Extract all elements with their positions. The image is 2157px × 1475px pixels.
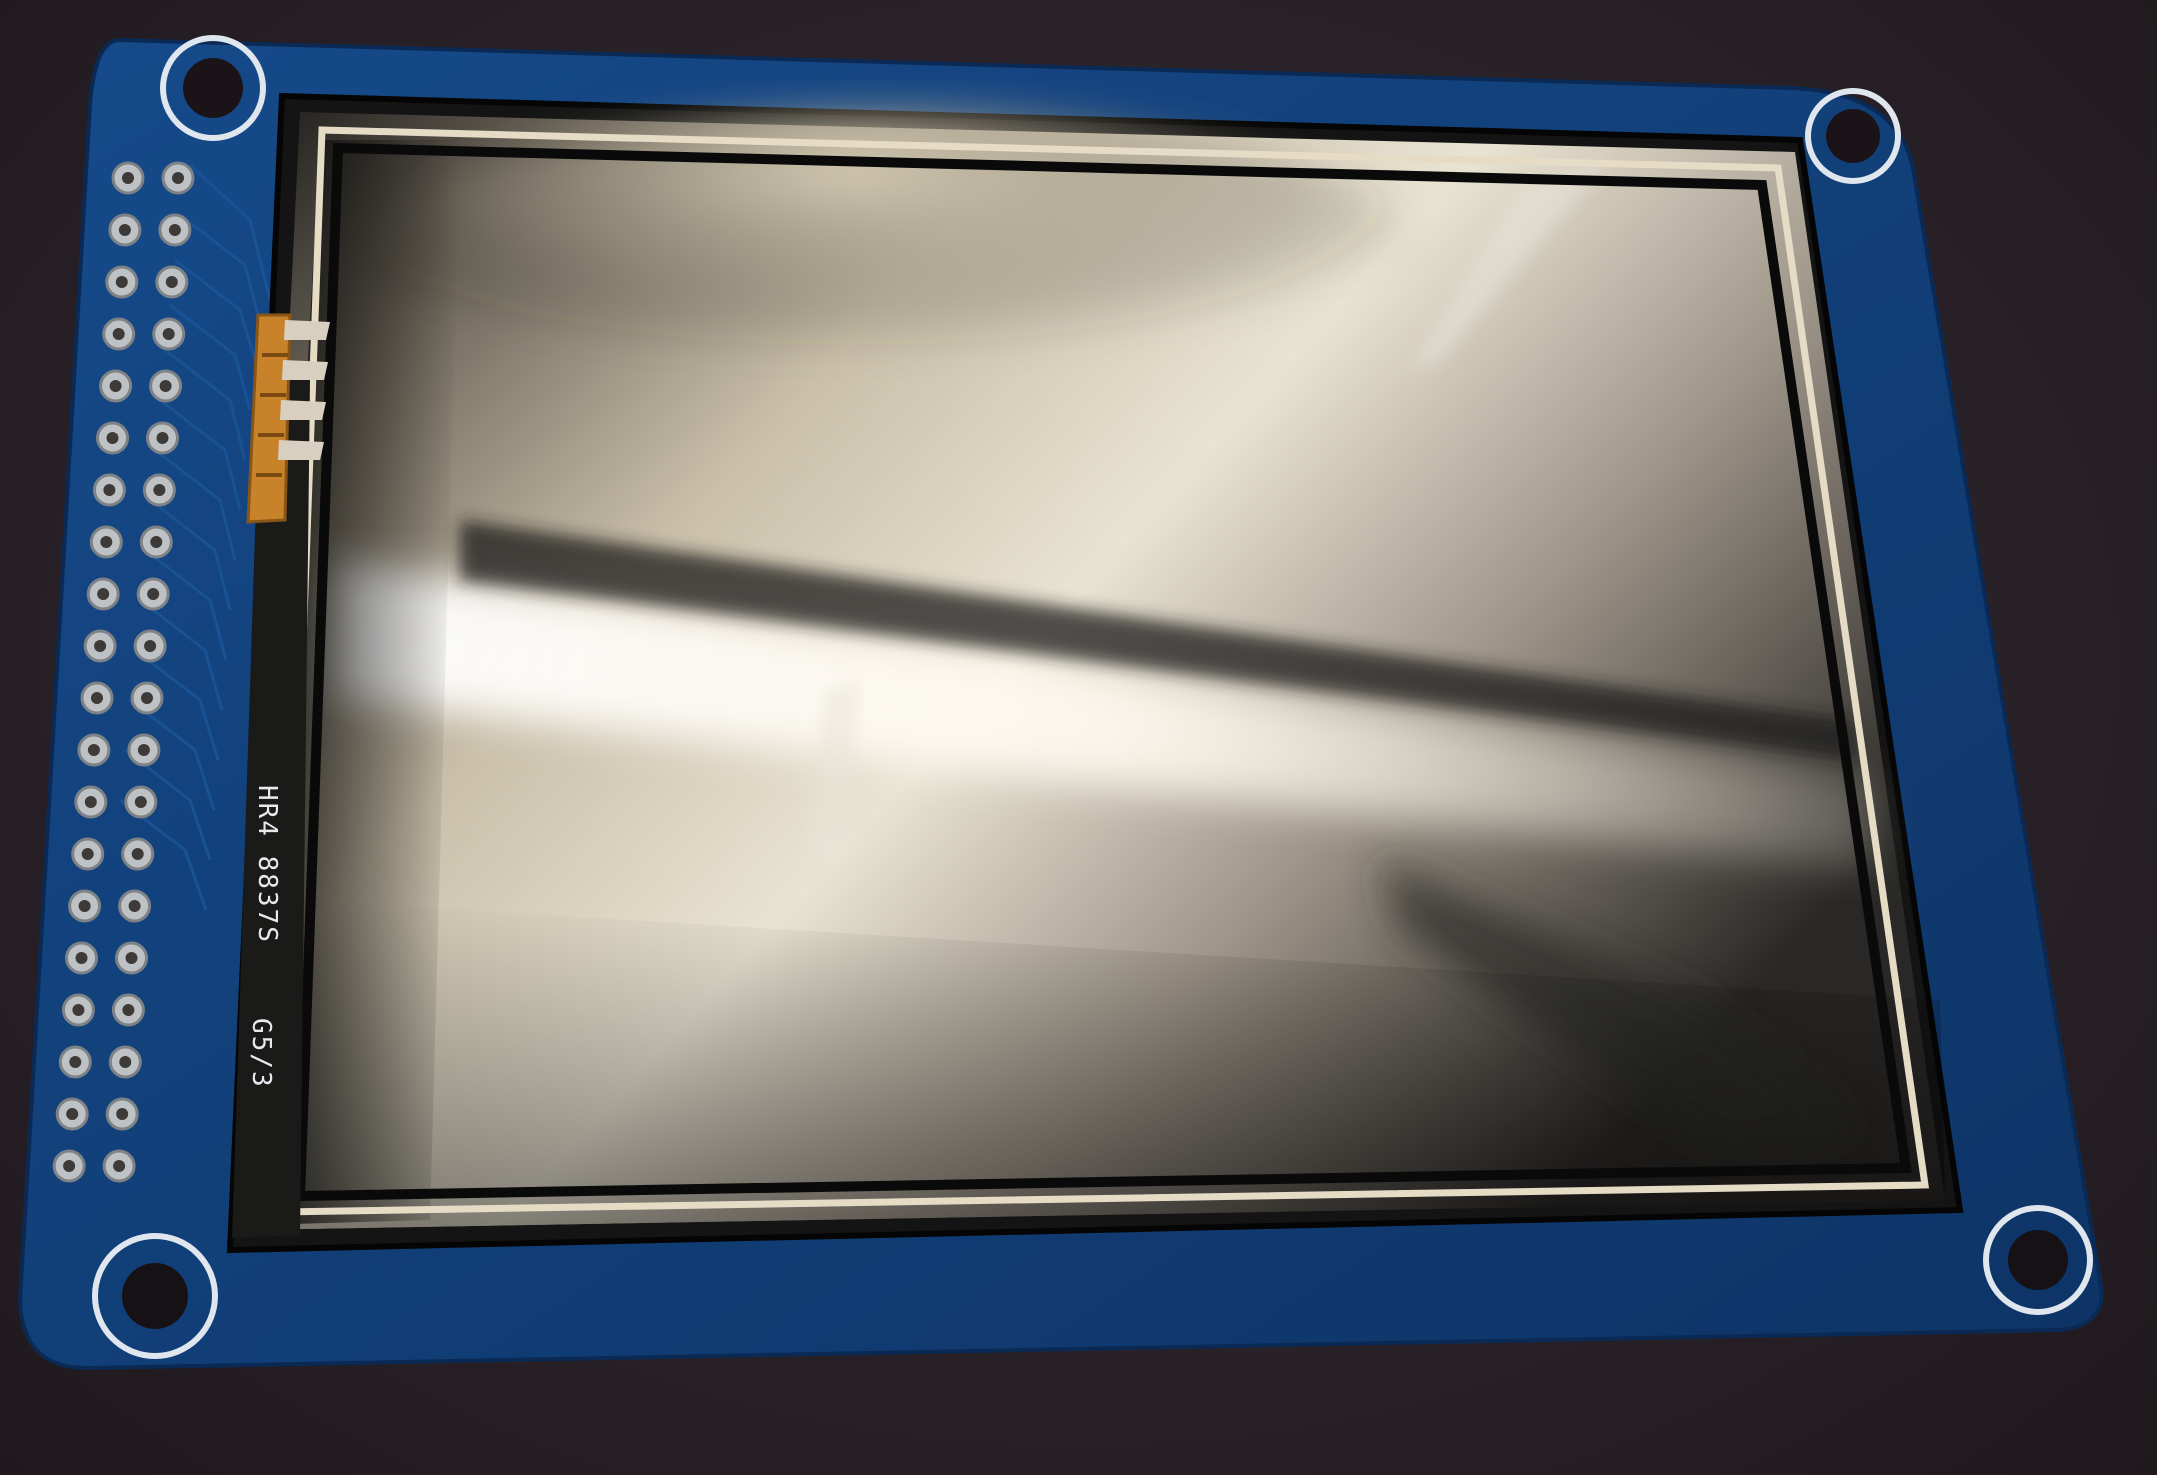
header-pad-hole: [144, 640, 157, 652]
header-pad-hole: [118, 224, 131, 236]
header-pad-hole: [137, 744, 150, 756]
header-pad-hole: [63, 1160, 76, 1172]
header-pad-hole: [81, 848, 94, 860]
header-pad-hole: [103, 484, 116, 496]
header-pad-hole: [97, 588, 110, 600]
header-pad-hole: [125, 952, 138, 964]
header-pad-hole: [134, 796, 147, 808]
header-pad-hole: [78, 900, 91, 912]
header-pad-hole: [122, 1004, 135, 1016]
header-pad-hole: [162, 328, 175, 340]
header-pad-hole: [147, 588, 160, 600]
header-pad-hole: [84, 796, 97, 808]
header-pad-hole: [87, 744, 100, 756]
header-pad-hole: [168, 224, 181, 236]
header-pad-hole: [119, 1056, 132, 1068]
header-pad-hole: [128, 900, 141, 912]
photo-scene: [17, 35, 2104, 1371]
header-pad-hole: [100, 536, 113, 548]
header-pad-hole: [94, 640, 107, 652]
header-pad-hole: [72, 1004, 85, 1016]
header-pad-hole: [113, 1160, 126, 1172]
header-pad-hole: [172, 172, 184, 184]
header-pad-hole: [156, 432, 169, 444]
header-pad-hole: [116, 1108, 129, 1120]
header-pad-hole: [109, 380, 122, 392]
header-pad-hole: [131, 848, 144, 860]
header-pad-hole: [112, 328, 125, 340]
header-pad-hole: [75, 952, 88, 964]
header-pad-hole: [91, 692, 103, 704]
header-pad-hole: [159, 380, 172, 392]
header-pad-hole: [153, 484, 166, 496]
header-pad-hole: [141, 692, 153, 704]
header-pad-hole: [66, 1108, 79, 1120]
header-pad-hole: [122, 172, 134, 184]
header-pad-hole: [165, 276, 178, 288]
silkscreen-code-top: HR4 8837S: [252, 785, 282, 944]
header-pad-hole: [69, 1056, 82, 1068]
silkscreen-code-bottom: G5/3: [246, 1018, 276, 1089]
header-pad-hole: [150, 536, 163, 548]
header-pad-hole: [115, 276, 128, 288]
header-pad-hole: [106, 432, 119, 444]
